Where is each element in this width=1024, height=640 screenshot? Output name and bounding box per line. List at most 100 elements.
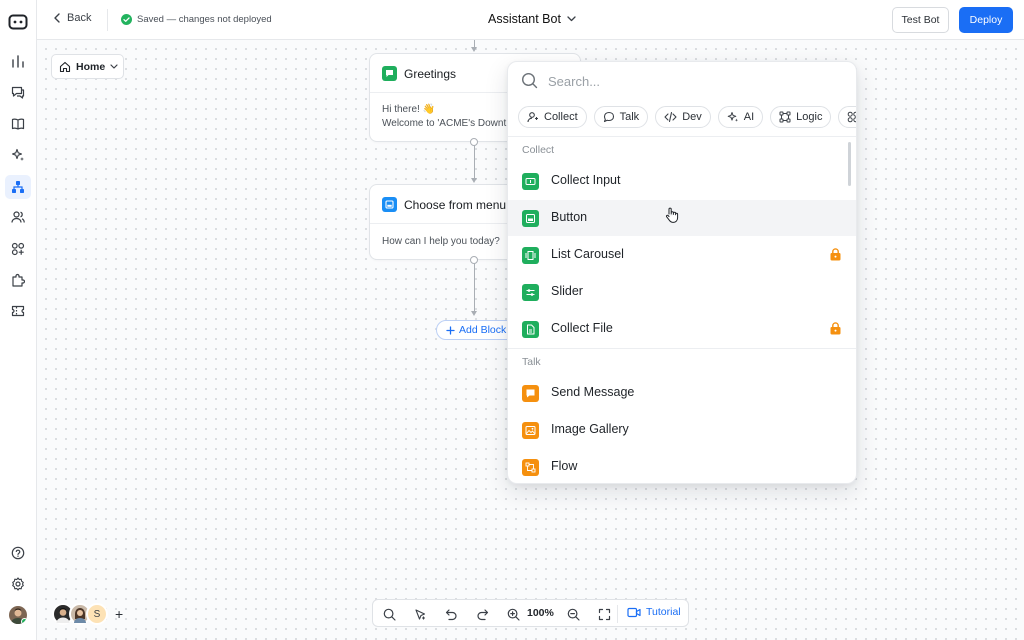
add-block-button[interactable]: Add Block (436, 320, 517, 340)
ai-sparkle-icon[interactable] (8, 145, 28, 165)
online-status-dot (21, 618, 27, 624)
button-block-icon (522, 210, 539, 227)
block-option-image-gallery[interactable]: Image Gallery (508, 412, 856, 448)
message-icon (382, 66, 397, 81)
block-option-slider[interactable]: Slider (508, 274, 856, 310)
select-tool-button[interactable] (412, 606, 428, 622)
chevron-down-icon (110, 64, 118, 69)
panel-scrollbar[interactable] (848, 142, 851, 186)
chip-label: Logic (796, 111, 823, 123)
block-picker-dropdown: Collect Talk Dev AI Logic Collect Col (507, 61, 857, 484)
back-label: Back (67, 12, 92, 24)
flow-icon (522, 459, 539, 476)
divider (508, 348, 856, 349)
chip-collect[interactable]: Collect (518, 106, 587, 128)
knowledge-book-icon[interactable] (8, 114, 28, 134)
deploy-button[interactable]: Deploy (959, 7, 1013, 33)
users-icon[interactable] (8, 207, 28, 227)
undo-icon (445, 608, 457, 620)
image-icon (522, 422, 539, 439)
redo-button[interactable] (474, 606, 490, 622)
flow-builder-icon[interactable] (5, 175, 31, 199)
fullscreen-icon (598, 608, 610, 620)
zoom-in-button[interactable] (505, 606, 521, 622)
chip-talk[interactable]: Talk (593, 106, 649, 128)
code-icon (664, 111, 677, 123)
block-option-button[interactable]: Button (508, 200, 856, 236)
chip-label: AI (743, 111, 755, 123)
chip-logic[interactable]: Logic (770, 106, 832, 128)
chip-more[interactable] (838, 106, 856, 128)
back-button[interactable]: Back (53, 12, 91, 24)
collect-input-icon (522, 173, 539, 190)
collaborators: S + (52, 603, 123, 625)
chevron-left-icon (54, 13, 60, 23)
block-option-collect-input[interactable]: Collect Input (508, 163, 856, 199)
fit-screen-button[interactable] (596, 606, 612, 622)
zoom-level: 100% (527, 607, 554, 619)
zoom-out-icon (567, 608, 580, 621)
block-option-label: Send Message (551, 385, 635, 399)
collaborator-avatar[interactable]: S (86, 603, 108, 625)
add-collaborator-button[interactable]: + (115, 606, 123, 622)
block-option-label: Slider (551, 284, 583, 298)
video-camera-icon (627, 607, 641, 617)
test-bot-button[interactable]: Test Bot (892, 7, 949, 33)
zoom-in-icon (507, 608, 520, 621)
chip-dev[interactable]: Dev (655, 106, 711, 128)
current-user-avatar[interactable] (9, 606, 27, 624)
bot-logo-icon[interactable] (8, 12, 28, 32)
button-block-icon (382, 197, 397, 212)
node-message-line: Hi there! 👋 (382, 104, 436, 115)
save-status-text: Saved — changes not deployed (137, 14, 272, 25)
bot-name: Assistant Bot (488, 12, 561, 26)
extensions-puzzle-icon[interactable] (8, 270, 28, 290)
tutorial-label: Tutorial (646, 606, 681, 618)
block-search (508, 62, 856, 100)
analytics-icon[interactable] (8, 51, 28, 71)
block-option-list-carousel[interactable]: List Carousel (508, 237, 856, 273)
check-circle-icon (121, 14, 132, 25)
block-option-label: Collect Input (551, 173, 621, 187)
save-status: Saved — changes not deployed (121, 14, 272, 25)
conversations-icon[interactable] (8, 82, 28, 102)
lock-icon (830, 248, 841, 261)
block-option-collect-file[interactable]: Collect File (508, 311, 856, 347)
flow-home-selector[interactable]: Home (51, 54, 124, 79)
integrations-icon[interactable] (8, 239, 28, 259)
tickets-icon[interactable] (8, 301, 28, 321)
connector-arrow (471, 178, 477, 183)
category-filter-chips: Collect Talk Dev AI Logic (518, 106, 856, 128)
node-header: Choose from menu (382, 197, 506, 212)
undo-button[interactable] (443, 606, 459, 622)
tutorial-button[interactable]: Tutorial (627, 606, 681, 618)
chip-label: Talk (619, 111, 640, 123)
connector-arrow (471, 311, 477, 316)
search-canvas-button[interactable] (381, 606, 397, 622)
help-icon[interactable] (8, 543, 28, 563)
chip-label: Dev (682, 111, 702, 123)
block-search-input[interactable] (548, 71, 838, 91)
home-icon (59, 61, 71, 72)
bot-name-selector[interactable]: Assistant Bot (488, 12, 576, 26)
section-title-talk: Talk (522, 356, 541, 368)
hand-pointer-cursor-icon (665, 207, 679, 223)
node-header: Greetings (382, 66, 456, 81)
chip-ai[interactable]: AI (717, 106, 764, 128)
user-icon (527, 112, 538, 123)
connector-line (474, 143, 475, 179)
block-option-label: Flow (551, 459, 578, 473)
connector-handle[interactable] (470, 256, 478, 264)
section-title-collect: Collect (522, 144, 555, 156)
search-icon (383, 608, 396, 621)
redo-icon (476, 608, 488, 620)
zoom-out-button[interactable] (565, 606, 581, 622)
file-icon (522, 321, 539, 338)
block-option-label: Collect File (551, 321, 613, 335)
connector-handle[interactable] (470, 138, 478, 146)
block-option-send-message[interactable]: Send Message (508, 375, 856, 411)
settings-gear-icon[interactable] (8, 574, 28, 594)
block-option-flow[interactable]: Flow (508, 449, 856, 483)
left-rail (0, 0, 37, 640)
cursor-select-icon (414, 608, 425, 620)
